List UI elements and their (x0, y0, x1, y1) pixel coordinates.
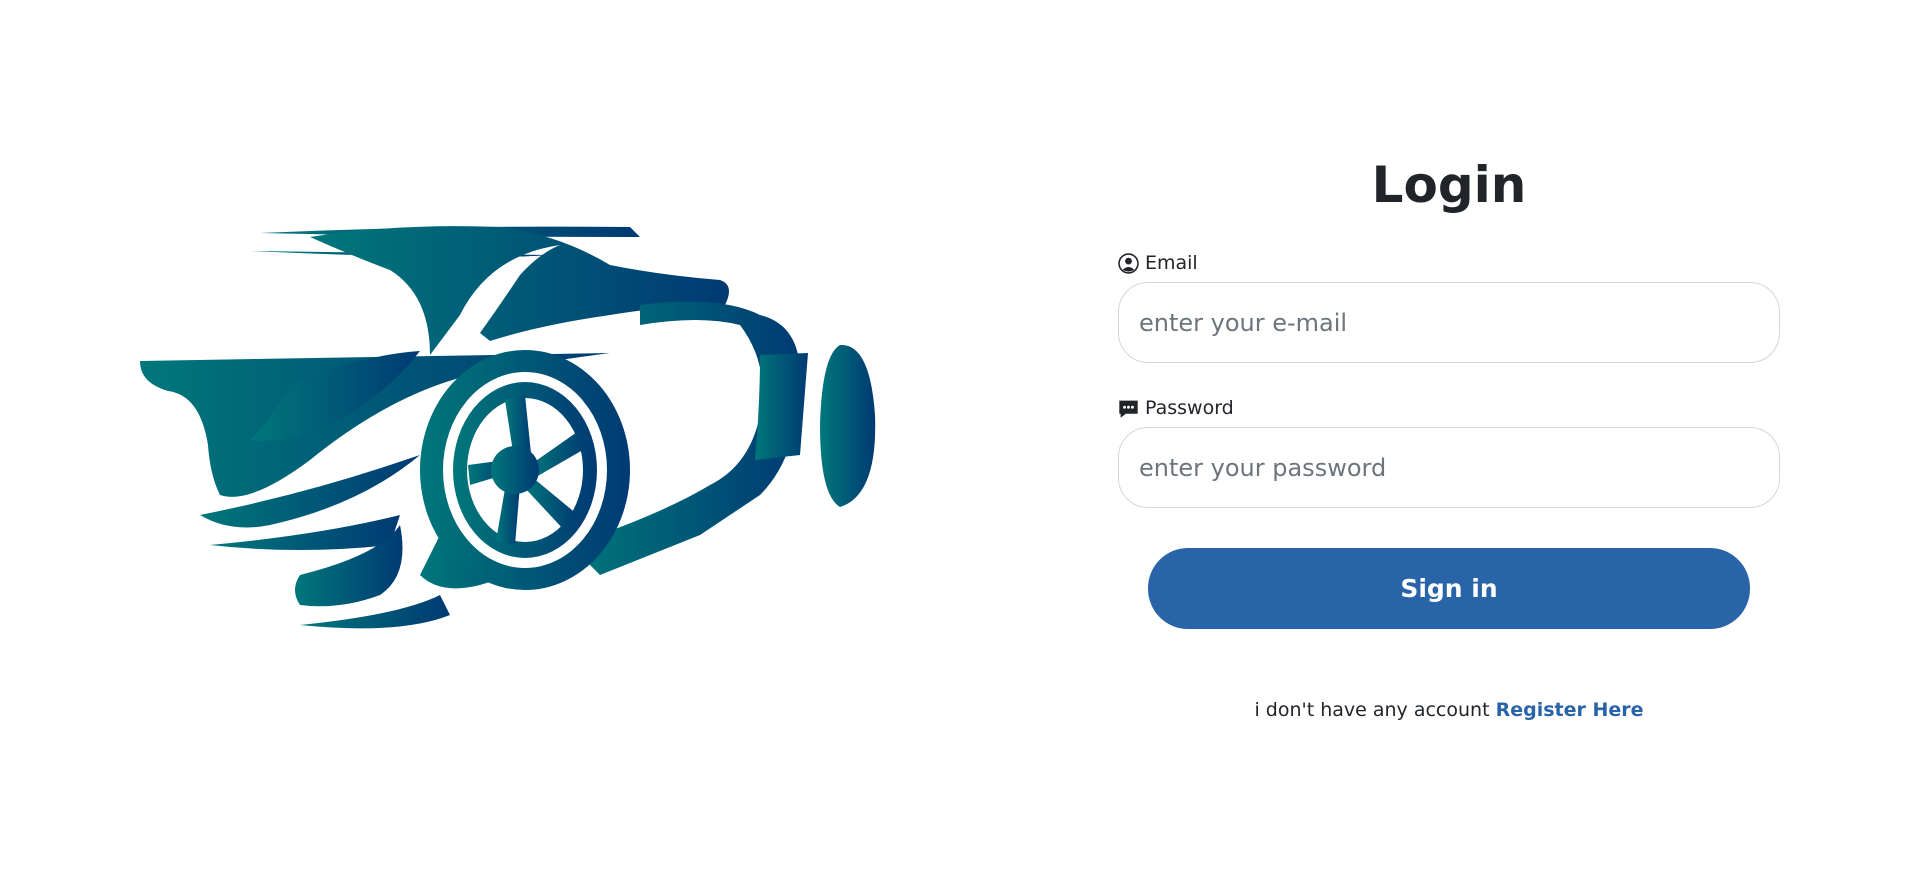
chat-dots-icon (1118, 398, 1139, 419)
email-field-group: Email (1118, 250, 1780, 363)
password-field-group: Password (1118, 395, 1780, 508)
password-label: Password (1145, 397, 1234, 419)
sports-car-illustration (140, 215, 920, 685)
email-label: Email (1145, 252, 1198, 274)
login-page: Login Email enter your e-mail Password S… (0, 0, 1920, 888)
email-label-row: Email (1118, 250, 1780, 276)
page-title: Login (1371, 156, 1527, 214)
register-prompt-text: i don't have any account (1254, 699, 1490, 721)
password-field[interactable] (1118, 427, 1780, 508)
email-field[interactable] (1118, 282, 1780, 363)
sign-in-button[interactable]: Sign in (1148, 548, 1750, 629)
user-circle-icon (1118, 252, 1139, 274)
register-link[interactable]: Register Here (1496, 699, 1644, 721)
password-label-row: Password (1118, 395, 1780, 421)
login-form: Login Email enter your e-mail Password S… (1118, 150, 1780, 721)
register-prompt-row: i don't have any account Register Here (1118, 699, 1780, 721)
